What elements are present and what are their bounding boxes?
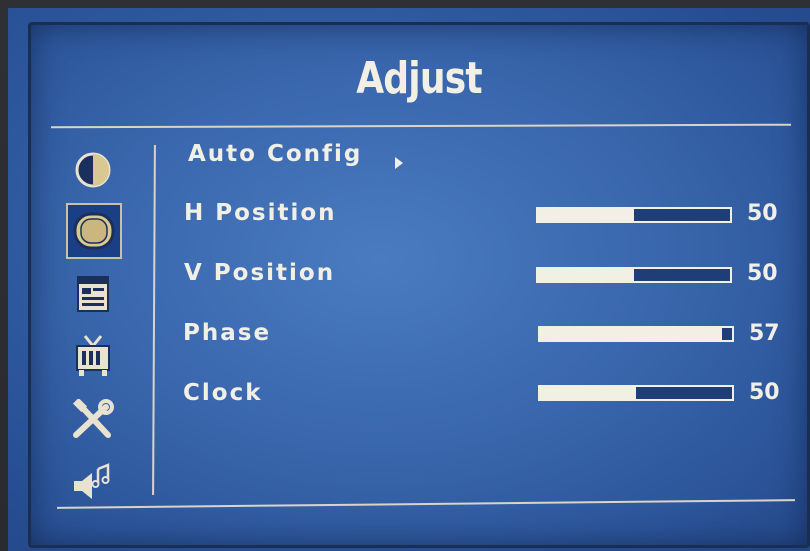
audio-icon[interactable]: [63, 455, 123, 509]
clock-slider[interactable]: [538, 385, 734, 401]
clock-value: 50: [749, 380, 780, 405]
phase-slider[interactable]: [538, 326, 734, 342]
menu-title: Adjust: [356, 53, 482, 104]
osd-menu: Adjust Auto Config H Position 50 V Posit…: [28, 22, 810, 548]
monitor-screen: Adjust Auto Config H Position 50 V Posit…: [8, 8, 810, 551]
v-position-value: 50: [747, 261, 778, 286]
title-divider: [50, 123, 792, 129]
submenu-arrow-icon: [395, 157, 403, 169]
sidebar-divider: [152, 144, 156, 496]
menu-item-auto-config[interactable]: Auto Config: [188, 141, 362, 167]
display-adjust-icon[interactable]: [66, 203, 122, 259]
footer-divider: [57, 499, 795, 509]
tv-icon[interactable]: [63, 329, 123, 383]
phase-value: 57: [749, 321, 780, 346]
phase-slider-fill: [540, 328, 723, 340]
tools-icon[interactable]: [63, 393, 123, 447]
brightness-contrast-icon[interactable]: [63, 143, 123, 197]
h-position-slider-fill: [538, 209, 634, 221]
menu-item-h-position[interactable]: H Position: [184, 200, 337, 226]
v-position-slider[interactable]: [536, 267, 732, 283]
clock-slider-fill: [540, 387, 636, 399]
h-position-slider[interactable]: [536, 207, 732, 223]
h-position-value: 50: [747, 201, 778, 226]
v-position-slider-fill: [538, 269, 634, 281]
menu-item-clock[interactable]: Clock: [183, 380, 263, 406]
window-settings-icon[interactable]: [63, 267, 123, 321]
menu-item-v-position[interactable]: V Position: [184, 260, 335, 286]
menu-item-phase[interactable]: Phase: [183, 320, 271, 346]
